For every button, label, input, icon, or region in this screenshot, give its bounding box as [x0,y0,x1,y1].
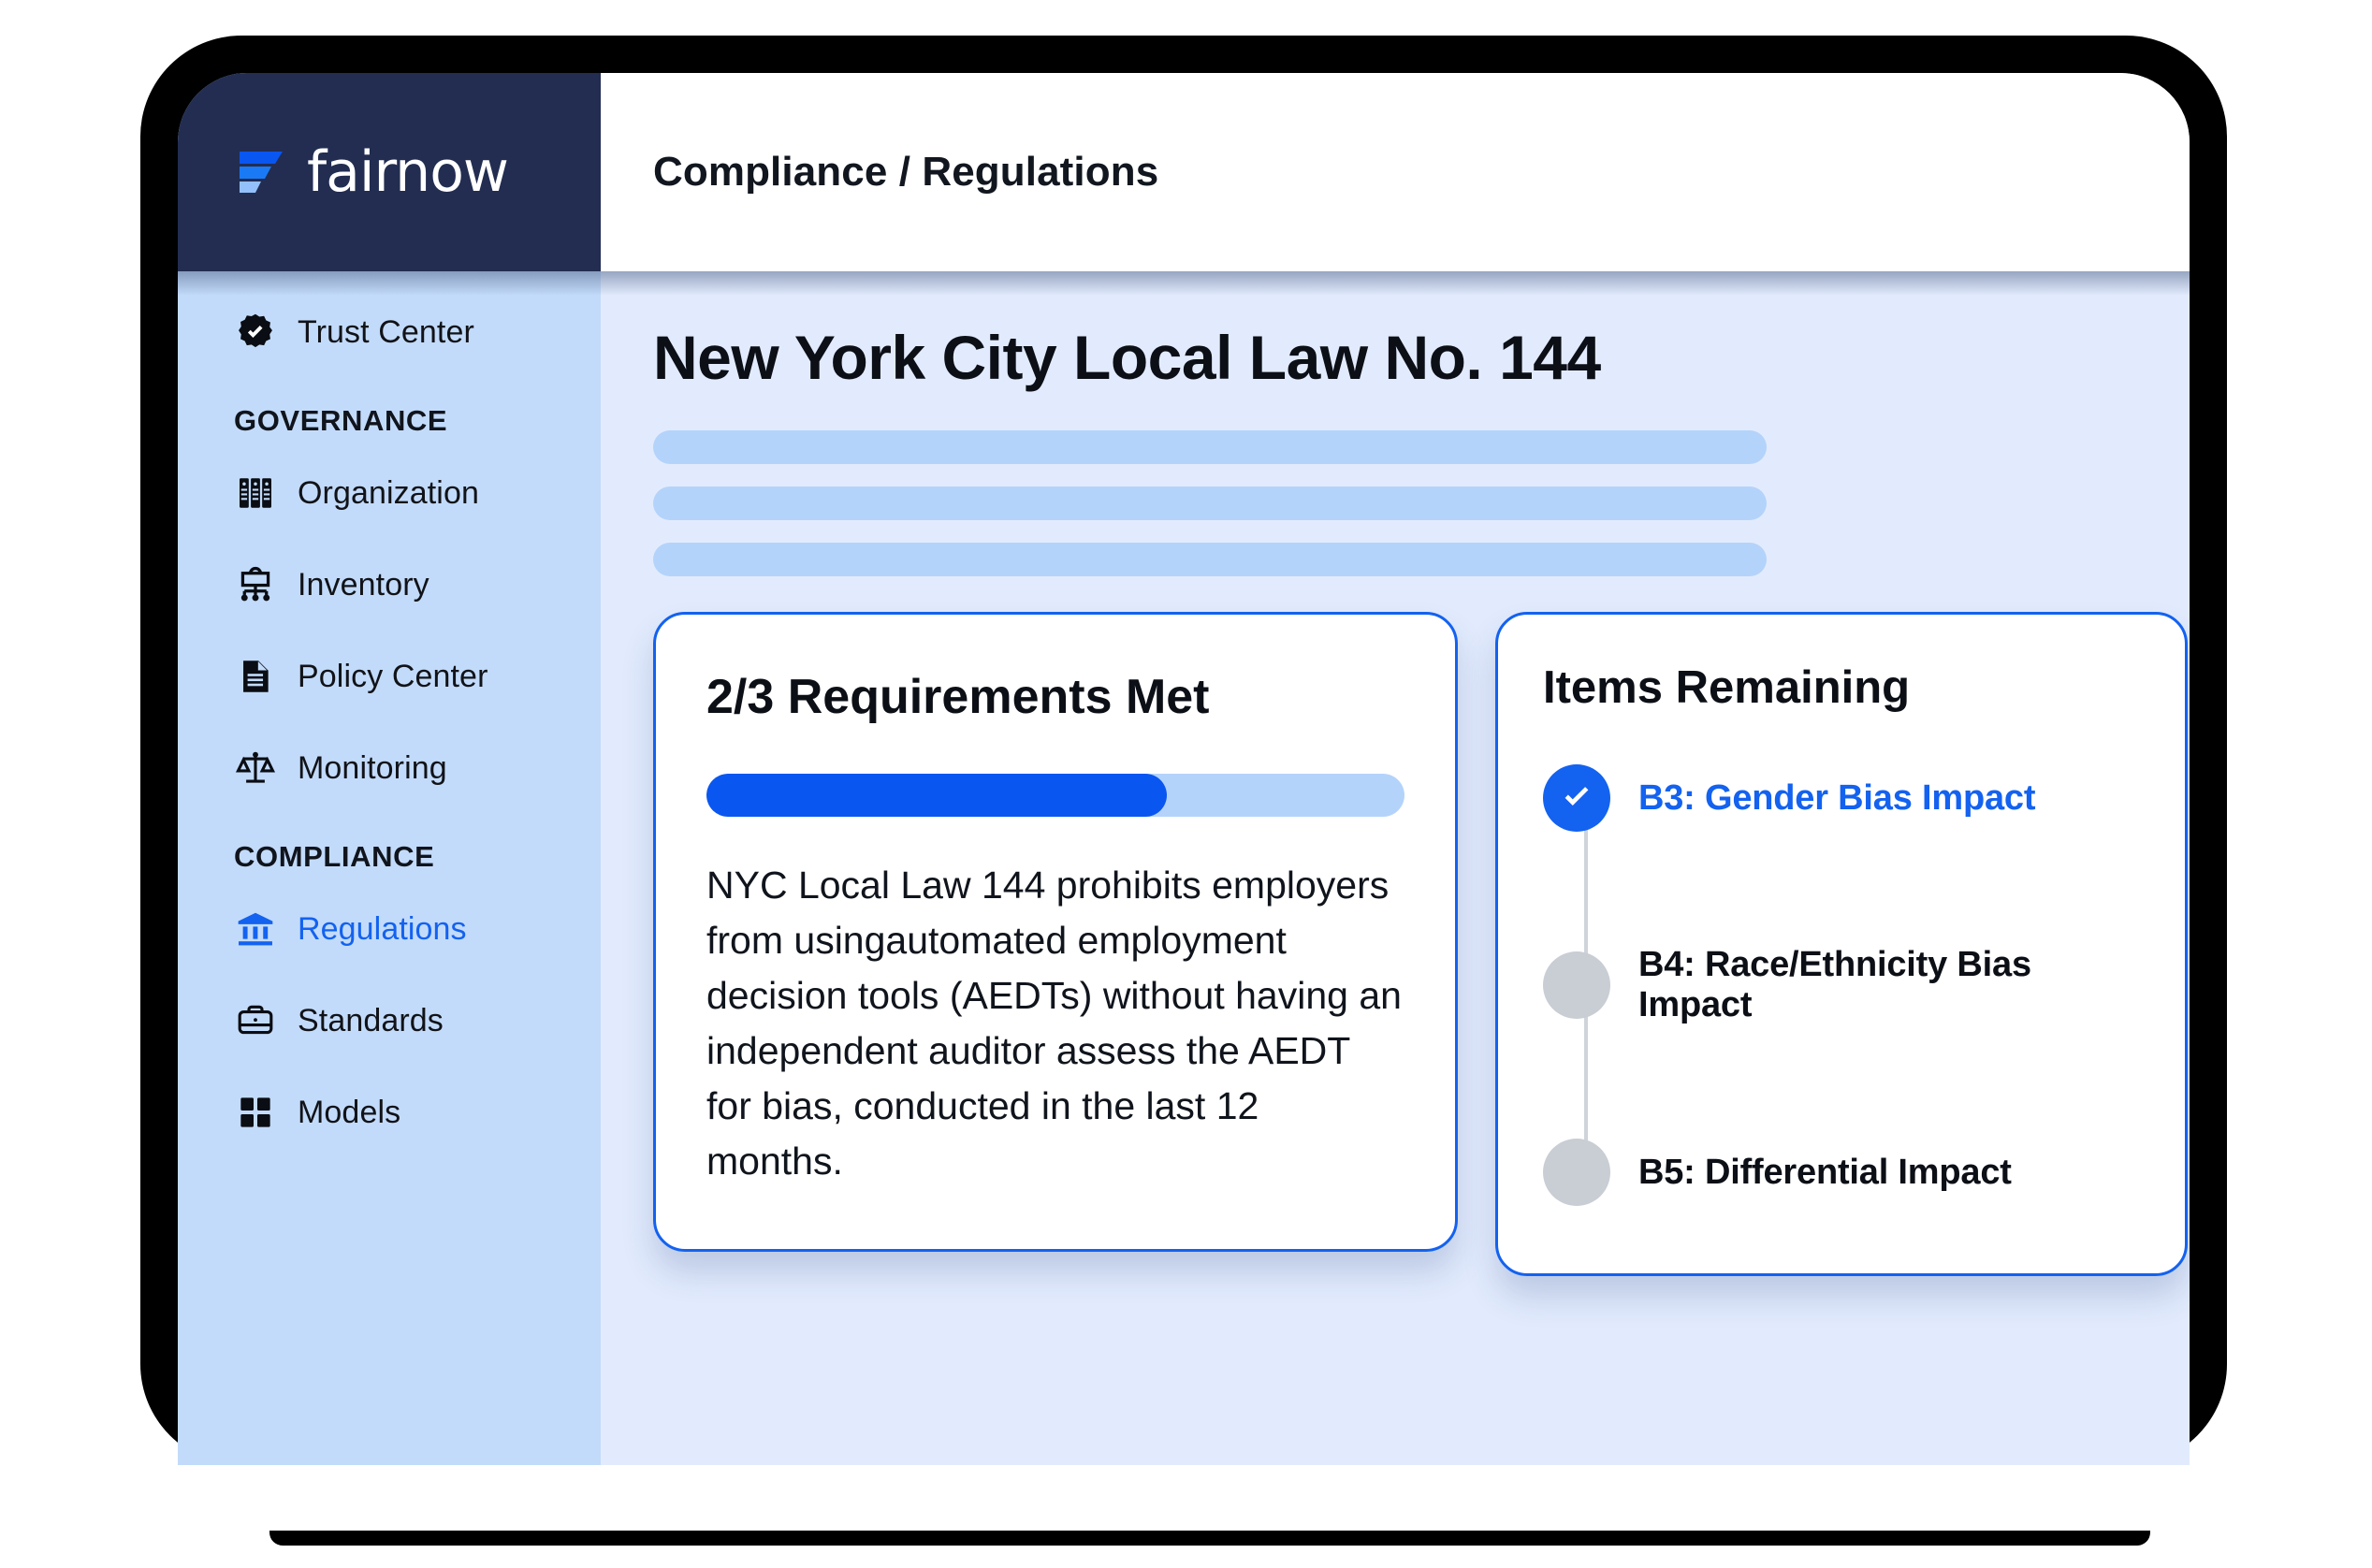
file-cabinet-icon [234,472,277,515]
progress-bar [706,774,1404,817]
top-bar: Compliance / Regulations [601,73,2190,271]
sidebar-item-label: Organization [298,474,479,511]
list-item[interactable]: B5: Differential Impact [1543,1129,2140,1215]
list-item-label: B4: Race/Ethnicity Bias Impact [1638,945,2031,1024]
bank-icon [234,907,277,951]
items-remaining-title: Items Remaining [1543,662,1911,713]
empty-dot-icon [1543,1139,1610,1206]
scales-icon [234,747,277,790]
sidebar-item-organization[interactable]: Organization [178,458,601,528]
sidebar-item-inventory[interactable]: Inventory [178,550,601,619]
sidebar-item-label: Models [298,1094,401,1130]
sidebar-item-policy-center[interactable]: Policy Center [178,642,601,711]
list-item-label: B3: Gender Bias Impact [1638,777,2036,818]
sidebar-item-trust-center[interactable]: Trust Center [178,298,601,367]
progress-bar-fill [706,774,1168,817]
sidebar-item-regulations[interactable]: Regulations [178,894,601,964]
hierarchy-icon [234,563,277,606]
sidebar-section-compliance: COMPLIANCE [234,840,435,873]
skeleton-placeholder-group [653,430,2190,576]
skeleton-line [653,430,1767,464]
sidebar-item-label: Regulations [298,910,467,947]
items-timeline: B3: Gender Bias Impact B4: Race/Ethnicit… [1543,755,2140,1215]
sidebar-item-models[interactable]: Models [178,1078,601,1147]
list-item[interactable]: B4: Race/Ethnicity Bias Impact [1543,942,2140,1028]
brand-name: fairnow [307,139,509,205]
sidebar-item-label: Monitoring [298,749,447,786]
fairnow-logo-mark [240,152,283,193]
sidebar-item-label: Policy Center [298,658,488,694]
sidebar-item-monitoring[interactable]: Monitoring [178,733,601,803]
page-title: New York City Local Law No. 144 [653,323,1601,392]
sidebar-item-label: Inventory [298,566,429,603]
requirements-description: NYC Local Law 144 prohibits employers fr… [706,864,1402,1183]
device-frame: fairnow Compliance / Regulations Trust C… [140,36,2227,1465]
app-logo[interactable]: fairnow [178,73,601,271]
device-base [269,1531,2150,1546]
empty-dot-icon [1543,951,1610,1019]
sidebar: Trust Center GOVERNANCE Organization Inv… [178,271,601,1465]
items-remaining-card: Items Remaining B3: Gender Bias Impact B… [1495,612,2188,1276]
sidebar-item-standards[interactable]: Standards [178,986,601,1055]
main-content: New York City Local Law No. 144 2/3 Requ… [601,271,2190,1465]
breadcrumb[interactable]: Compliance / Regulations [653,149,1158,196]
skeleton-line [653,543,1767,576]
app-screen: fairnow Compliance / Regulations Trust C… [178,73,2190,1465]
requirements-card: 2/3 Requirements Met NYC Local Law 144 p… [653,612,1458,1253]
sidebar-section-governance: GOVERNANCE [234,404,448,437]
grid-icon [234,1091,277,1134]
check-icon [1543,764,1610,832]
list-item[interactable]: B3: Gender Bias Impact [1543,755,2140,841]
sidebar-item-label: Trust Center [298,313,474,350]
skeleton-line [653,486,1767,520]
document-icon [234,655,277,698]
sidebar-item-label: Standards [298,1002,444,1038]
cards-row: 2/3 Requirements Met NYC Local Law 144 p… [653,612,2190,1276]
briefcase-icon [234,999,277,1042]
list-item-label: B5: Differential Impact [1638,1152,2012,1192]
requirements-title: 2/3 Requirements Met [706,670,1210,724]
verified-badge-icon [234,311,277,354]
